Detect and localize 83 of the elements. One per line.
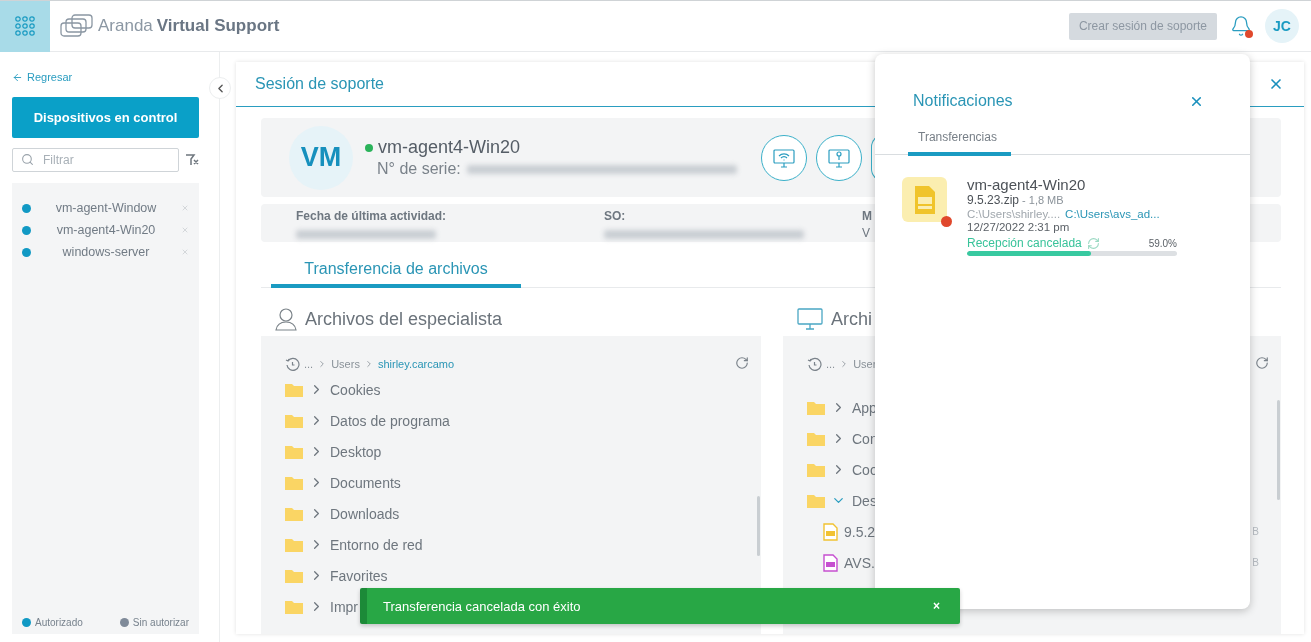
progress-percent: 59.0% [1148, 237, 1177, 249]
monitor-pin-icon [827, 147, 850, 168]
devices-in-control-button[interactable]: Dispositivos en control [12, 97, 199, 138]
search-icon [21, 153, 34, 166]
toast-close-button[interactable]: × [929, 599, 944, 613]
folder-icon [285, 506, 303, 521]
refresh-icon[interactable] [735, 356, 749, 370]
zip-file-icon [912, 184, 937, 215]
folder-icon [285, 537, 303, 552]
folder-icon [285, 568, 303, 583]
file-name[interactable]: AVS. [844, 554, 875, 571]
zip-file-icon [823, 522, 838, 541]
breadcrumb-item[interactable]: Users [331, 358, 360, 370]
folder-name[interactable]: Favorites [330, 567, 388, 584]
legend-label: Sin autorizar [132, 617, 189, 628]
breadcrumb-item[interactable]: ... [826, 358, 836, 370]
back-arrow-icon [12, 71, 23, 83]
toast-message: Transferencia cancelada con éxito [383, 598, 581, 614]
refresh-icon[interactable] [1255, 356, 1269, 370]
folder-icon [285, 413, 303, 428]
folder-icon [285, 444, 303, 459]
history-icon[interactable] [285, 356, 300, 372]
info-label: Fecha de última actividad: [296, 209, 447, 223]
pane-title: Archivos del especialista [305, 308, 503, 330]
file-icon [823, 553, 838, 572]
folder-name[interactable]: Datos de programa [330, 412, 450, 429]
breadcrumb-item[interactable]: shirley.carcamo [377, 358, 455, 370]
folder-name[interactable]: Entorno de red [330, 536, 423, 553]
card-title: Sesión de soporte [255, 75, 384, 93]
legend-label: Autorizado [35, 617, 83, 628]
source-path: C:\Users\shirley.... [967, 207, 1061, 221]
serial-label: N° de serie: [377, 160, 461, 178]
device-name[interactable]: vm-agent-Window [31, 201, 181, 215]
history-icon[interactable] [807, 356, 822, 372]
breadcrumb-item[interactable]: User [853, 358, 877, 370]
collapse-button[interactable] [209, 77, 231, 99]
info-label: SO: [604, 209, 626, 223]
folder-icon [807, 493, 825, 508]
monitor-wifi-icon [772, 147, 795, 168]
brand-name: Aranda [98, 16, 153, 36]
folder-name[interactable]: Impr [330, 598, 358, 615]
folder-name[interactable]: Desktop [330, 443, 382, 460]
person-icon [275, 307, 297, 331]
file-size: B [1252, 526, 1259, 537]
user-avatar[interactable]: JC [1265, 9, 1299, 43]
transfer-status: Recepción cancelada [967, 236, 1082, 250]
panel-title: Notificaciones [913, 92, 1013, 110]
back-link[interactable]: Regresar [12, 68, 199, 86]
device-name[interactable]: windows-server [31, 245, 181, 259]
file-size: - 1,8 MB [1022, 194, 1064, 206]
folder-name[interactable]: Documents [330, 474, 401, 491]
pane-title: Archi [831, 308, 872, 330]
filter-field[interactable]: Filtrar [12, 148, 179, 172]
breadcrumb-item[interactable]: ... [304, 358, 314, 370]
device-name: vm-agent4-Win20 [378, 137, 521, 158]
file-name: 9.5.23.zip [967, 193, 1020, 207]
folder-icon [285, 382, 303, 397]
scrollbar[interactable] [757, 496, 760, 556]
file-name[interactable]: 9.5.2 [844, 523, 876, 540]
device-name[interactable]: vm-agent4-Win20 [31, 223, 181, 237]
tab[interactable]: Transferencia de archivos [271, 260, 521, 288]
folder-icon [285, 599, 303, 614]
device-name: vm-agent4-Win20 [967, 177, 1087, 193]
folder-icon [807, 462, 825, 477]
folder-name[interactable]: Cookies [330, 381, 381, 398]
folder-icon [807, 400, 825, 415]
transfer-date: 12/27/2022 2:31 pm [967, 221, 1071, 234]
file-size: B [1252, 557, 1259, 568]
folder-icon [807, 431, 825, 446]
device-avatar: VM [289, 125, 353, 190]
info-value: V [862, 226, 870, 240]
folder-icon [285, 475, 303, 490]
brand-product: Virtual Support [156, 16, 280, 36]
monitor-icon [797, 308, 823, 330]
folder-name[interactable]: Downloads [330, 505, 400, 522]
clear-filter-icon[interactable] [185, 153, 199, 167]
info-label: M [862, 209, 872, 223]
close-button[interactable] [1268, 76, 1284, 92]
destination-path[interactable]: C:\Users\avs_ad... [1065, 207, 1160, 221]
logo-icon [60, 14, 94, 38]
scrollbar[interactable] [1277, 400, 1280, 500]
apps-grid-icon [15, 16, 35, 36]
tab[interactable]: Transferencias [908, 130, 1011, 156]
